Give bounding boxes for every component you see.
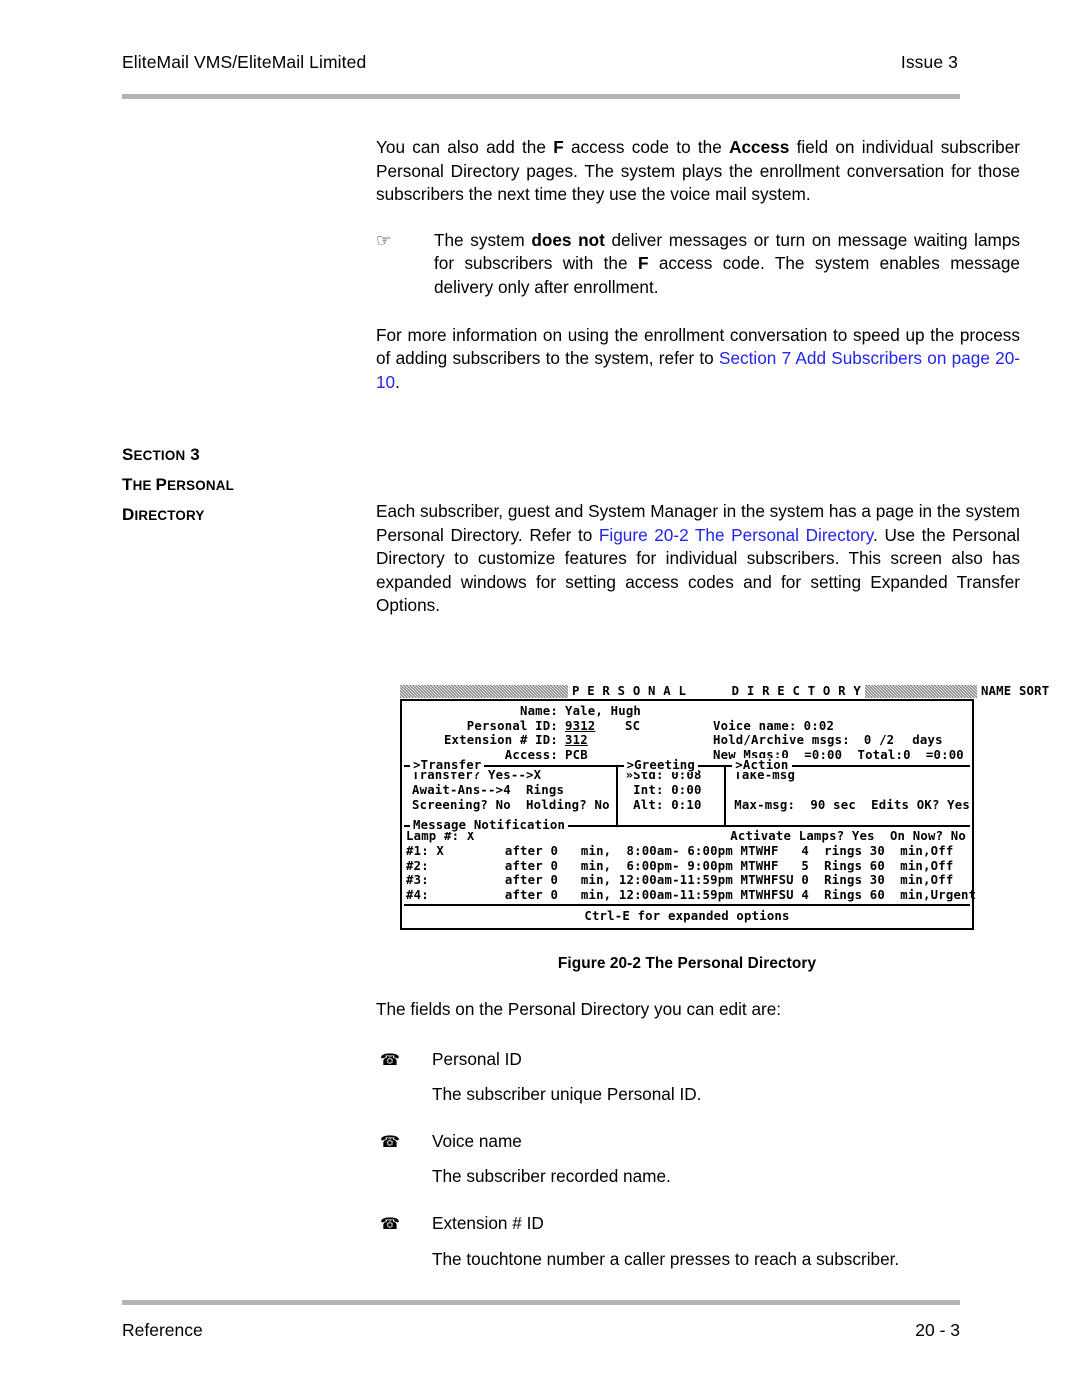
sh-l1-num: 3	[185, 445, 200, 464]
transfer-panel: >Transfer Transfer? Yes-->X Await-Ans-->…	[404, 758, 618, 826]
hold-archive-unit: days	[912, 733, 943, 748]
greeting-line-int[interactable]: Int: 0:00	[618, 783, 725, 798]
title-hatch-mid	[864, 685, 977, 698]
para1-bold-f: F	[553, 137, 564, 157]
page-footer: Reference 20 - 3	[122, 1320, 960, 1341]
notification-row[interactable]: #3: after 0 min, 12:00am-11:59pm MTWHFSU…	[404, 873, 970, 888]
list-item-term: Extension # ID	[432, 1212, 544, 1233]
list-item-term: Personal ID	[432, 1048, 522, 1069]
section-heading-line-1: SECTION 3	[122, 440, 362, 470]
list-intro-text: The fields on the Personal Directory you…	[376, 999, 782, 1019]
note-part-a: The system	[434, 229, 532, 250]
footer-rule	[122, 1300, 960, 1305]
title-hatch-left	[400, 685, 568, 698]
page-header: EliteMail VMS/EliteMail Limited Issue 3	[122, 52, 958, 73]
action-line-3[interactable]: Max-msg: 90 sec Edits OK? Yes	[726, 798, 970, 813]
issue-label: Issue 3	[900, 52, 958, 72]
phone-bullet-icon: ☎	[380, 1213, 400, 1233]
cross-reference-link-figure20-2[interactable]: Figure 20-2 The Personal Directory	[599, 525, 873, 545]
para2-part-b: .	[395, 371, 400, 392]
terminal-sort-mode: NAME SORT	[980, 684, 1050, 699]
note-block: ☞ The system does not deliver messages or…	[376, 229, 1020, 300]
terminal-title-bar: P E R S O N A L D I R E C T O R Y NAME S…	[400, 684, 1049, 699]
name-value[interactable]: Yale, Hugh	[558, 704, 641, 719]
list-item-description: The subscriber recorded name.	[432, 1166, 671, 1187]
sh-l3-cap: D	[122, 505, 135, 524]
section-body-column: Each subscriber, guest and System Manage…	[376, 500, 1020, 618]
personal-id-label: Personal ID:	[466, 718, 558, 733]
sh-l2-rest2: ERSONAL	[167, 478, 234, 493]
paragraph-access-code: You can also add the F access code to th…	[376, 136, 1020, 207]
body-column: You can also add the F access code to th…	[376, 136, 1020, 394]
terminal-body: Name: Yale, Hugh Personal ID: 9312 SC Vo…	[400, 699, 976, 930]
editable-fields-list: The fields on the Personal Directory you…	[376, 998, 1020, 1271]
notification-row[interactable]: #2: after 0 min, 6:00pm- 9:00pm MTWHF 5 …	[404, 859, 970, 874]
document-title: EliteMail VMS/EliteMail Limited	[122, 52, 367, 72]
list-item-description: The subscriber unique Personal ID.	[432, 1084, 702, 1105]
footer-left-label: Reference	[122, 1320, 203, 1340]
info-row-personal-id: Personal ID: 9312 SC Voice name: 0:02	[406, 719, 966, 734]
message-notification-label: Message Notification	[410, 818, 569, 833]
hold-archive-label: Hold/Archive msgs:	[713, 733, 850, 748]
greeting-line-alt[interactable]: Alt: 0:10	[618, 798, 725, 813]
name-label: Name:	[519, 704, 558, 718]
list-item-term: Voice name	[432, 1130, 522, 1151]
action-panel-label: >Action	[732, 758, 792, 773]
sh-l2-cap: T	[122, 475, 133, 494]
paragraph-more-information: For more information on using the enroll…	[376, 324, 1020, 395]
section-heading: SECTION 3 THE PERSONAL DIRECTORY	[122, 440, 362, 530]
info-row-name: Name: Yale, Hugh	[406, 704, 966, 719]
terminal-window: P E R S O N A L D I R E C T O R Y NAME S…	[400, 684, 1049, 930]
activate-lamps-field[interactable]: Activate Lamps? Yes On Now? No	[730, 829, 970, 844]
sh-l2-rest: HE	[132, 478, 156, 493]
sh-l1-rest: ECTION	[133, 448, 186, 463]
list-item-description: The touchtone number a caller presses to…	[432, 1248, 900, 1269]
section-heading-line-2: THE PERSONAL	[122, 470, 362, 500]
para1-bold-access: Access	[729, 137, 790, 157]
para1-part-a: You can also add the	[376, 137, 554, 157]
voice-name-value: 0:02	[803, 718, 835, 733]
extension-id-label: Extension # ID:	[443, 733, 558, 748]
notification-row[interactable]: #4: after 0 min, 12:00am-11:59pm MTWHFSU…	[404, 888, 976, 903]
sh-l3-rest: IRECTORY	[134, 508, 205, 523]
terminal-title: P E R S O N A L D I R E C T O R Y	[572, 684, 861, 699]
note-bold-f: F	[637, 253, 649, 274]
notification-row[interactable]: #1: X after 0 min, 8:00am- 6:00pm MTWHF …	[404, 844, 970, 859]
list-item: ☎ Voice name	[376, 1130, 1020, 1154]
phone-bullet-icon: ☎	[380, 1049, 400, 1069]
options-panels: >Transfer Transfer? Yes-->X Await-Ans-->…	[404, 758, 970, 826]
paragraph-personal-directory: Each subscriber, guest and System Manage…	[376, 500, 1020, 618]
page-number: 20 - 3	[915, 1320, 960, 1340]
transfer-panel-label: >Transfer	[410, 758, 485, 773]
list-item: ☎ Personal ID	[376, 1048, 1020, 1072]
note-bold-does-not: does not	[531, 229, 605, 250]
action-panel: >Action Take-msg Max-msg: 90 sec Edits O…	[726, 758, 970, 825]
transfer-line-3[interactable]: Screening? No Holding? No	[404, 798, 616, 813]
voice-name-label: Voice name:	[713, 718, 797, 733]
personal-id-value[interactable]: 9312	[558, 719, 625, 734]
pointing-hand-icon: ☞	[376, 230, 392, 251]
sh-l1-cap: S	[122, 445, 134, 464]
sh-l2-cap2: P	[155, 475, 168, 494]
extension-id-value[interactable]: 312	[558, 733, 713, 748]
phone-bullet-icon: ☎	[380, 1131, 400, 1151]
hold-archive-value: 0 /2	[863, 733, 895, 748]
figure-caption: Figure 20-2 The Personal Directory	[557, 955, 817, 972]
terminal-screenshot-figure: P E R S O N A L D I R E C T O R Y NAME S…	[400, 684, 1049, 930]
info-row-extension: Extension # ID: 312 Hold/Archive msgs: 0…	[406, 733, 966, 748]
greeting-panel-label: >Greeting	[623, 758, 699, 773]
subscriber-info-block: Name: Yale, Hugh Personal ID: 9312 SC Vo…	[402, 703, 972, 764]
transfer-line-2[interactable]: Await-Ans-->4 Rings	[404, 783, 616, 798]
section-heading-line-3: DIRECTORY	[122, 500, 362, 530]
greeting-panel: >Greeting »Std: 0:08 Int: 0:00 Alt: 0:10	[617, 758, 727, 826]
list-item: ☎ Extension # ID	[376, 1212, 1020, 1236]
header-rule	[122, 94, 960, 99]
action-line-2	[726, 783, 970, 798]
message-notification-block: Message Notification Lamp #: X Activate …	[404, 818, 976, 903]
para1-part-c: access code to the	[563, 137, 730, 157]
sc-flag: SC	[625, 718, 641, 733]
terminal-status-line: Ctrl-E for expanded options	[404, 904, 970, 928]
